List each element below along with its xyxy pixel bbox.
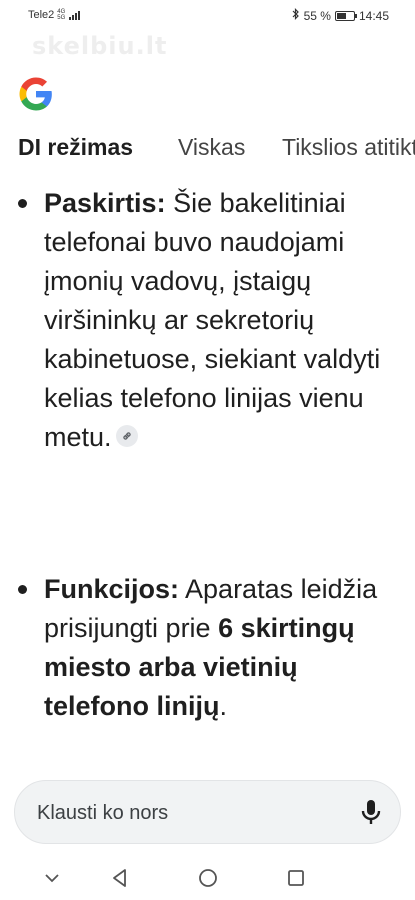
ask-input[interactable] <box>35 796 339 830</box>
tab-tikslios-atitiktys[interactable]: Tikslios atitiktys <box>282 134 415 161</box>
carrier-label: Tele2 <box>28 9 55 21</box>
tab-viskas[interactable]: Viskas <box>178 134 245 161</box>
watermark: skelbiu.lt <box>32 32 168 60</box>
battery-fill <box>336 12 346 19</box>
network-type: 4G 5G <box>57 9 65 21</box>
bullet-icon <box>18 585 27 594</box>
microphone-icon[interactable] <box>360 799 382 827</box>
item-body: Šie bakelitiniai telefonai buvo naudojam… <box>44 188 381 452</box>
list-item-text: Paskirtis: Šie bakelitiniai telefonai bu… <box>44 184 398 457</box>
status-bar: Tele2 4G 5G 55 % 14:45 <box>0 0 415 30</box>
content-fade <box>0 747 415 772</box>
chevron-down-icon[interactable] <box>40 866 64 890</box>
search-tabs: DI režimas Viskas Tikslios atitiktys <box>0 130 415 166</box>
recent-square-icon[interactable] <box>284 866 308 890</box>
tab-di-rezimas[interactable]: DI režimas <box>18 134 133 161</box>
back-triangle-icon[interactable] <box>108 866 132 890</box>
item-heading: Funkcijos: <box>44 574 180 604</box>
network-type-bottom: 5G <box>57 15 66 21</box>
signal-icon <box>69 10 81 20</box>
google-logo-icon[interactable] <box>18 76 54 112</box>
bluetooth-icon <box>292 8 300 23</box>
list-item: Paskirtis: Šie bakelitiniai telefonai bu… <box>18 184 398 457</box>
item-heading: Paskirtis: <box>44 188 166 218</box>
battery-percent: 55 % <box>303 8 331 23</box>
ask-bar <box>14 780 401 844</box>
home-circle-icon[interactable] <box>196 866 220 890</box>
list-item-text: Funkcijos: Aparatas leidžia prisijungti … <box>44 570 398 726</box>
battery-icon <box>334 10 357 21</box>
list-item: Funkcijos: Aparatas leidžia prisijungti … <box>18 570 398 726</box>
ai-answer-content: Paskirtis: Šie bakelitiniai telefonai bu… <box>0 172 415 772</box>
clock: 14:45 <box>358 8 389 23</box>
item-body-end: . <box>219 691 228 721</box>
status-right: 55 % 14:45 <box>292 8 389 23</box>
system-nav-bar <box>0 852 415 900</box>
link-icon[interactable] <box>115 424 138 447</box>
bullet-icon <box>18 199 27 208</box>
status-left: Tele2 4G 5G <box>28 9 81 21</box>
